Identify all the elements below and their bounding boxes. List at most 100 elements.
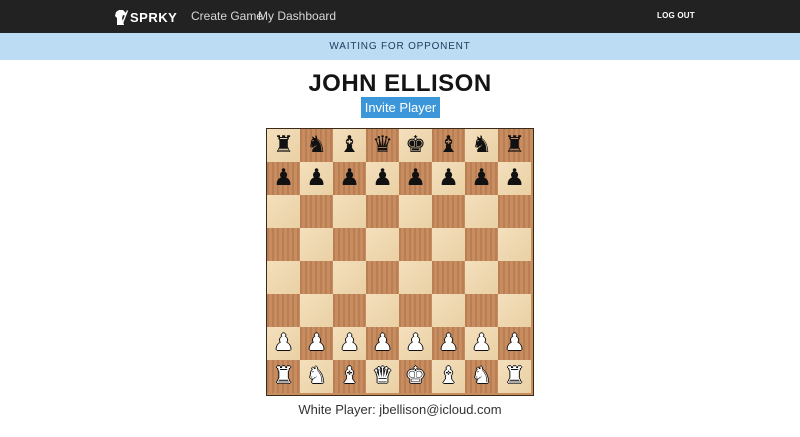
board-square-f6[interactable]: [432, 195, 465, 228]
board-square-d4[interactable]: [366, 261, 399, 294]
white-rook-icon[interactable]: ♜: [504, 365, 525, 388]
board-square-f8[interactable]: ♝: [432, 129, 465, 162]
board-square-b7[interactable]: ♟: [300, 162, 333, 195]
white-queen-icon[interactable]: ♛: [372, 365, 393, 388]
board-square-b1[interactable]: ♞: [300, 360, 333, 393]
create-game-link[interactable]: Create Game: [191, 9, 263, 23]
white-pawn-icon[interactable]: ♟: [438, 332, 459, 355]
white-bishop-icon[interactable]: ♝: [339, 365, 360, 388]
board-square-b6[interactable]: [300, 195, 333, 228]
board-square-e1[interactable]: ♚: [399, 360, 432, 393]
white-pawn-icon[interactable]: ♟: [405, 332, 426, 355]
black-pawn-icon[interactable]: ♟: [438, 167, 459, 190]
black-knight-icon[interactable]: ♞: [306, 134, 327, 157]
black-queen-icon[interactable]: ♛: [372, 134, 393, 157]
board-square-e5[interactable]: [399, 228, 432, 261]
board-square-e7[interactable]: ♟: [399, 162, 432, 195]
board-square-c8[interactable]: ♝: [333, 129, 366, 162]
black-king-icon[interactable]: ♚: [405, 134, 426, 157]
board-square-c5[interactable]: [333, 228, 366, 261]
black-pawn-icon[interactable]: ♟: [306, 167, 327, 190]
white-pawn-icon[interactable]: ♟: [504, 332, 525, 355]
board-square-f4[interactable]: [432, 261, 465, 294]
board-square-a3[interactable]: [267, 294, 300, 327]
black-knight-icon[interactable]: ♞: [471, 134, 492, 157]
board-square-a6[interactable]: [267, 195, 300, 228]
white-knight-icon[interactable]: ♞: [471, 365, 492, 388]
board-square-e6[interactable]: [399, 195, 432, 228]
board-square-a2[interactable]: ♟: [267, 327, 300, 360]
board-square-a4[interactable]: [267, 261, 300, 294]
board-square-g4[interactable]: [465, 261, 498, 294]
board-square-h7[interactable]: ♟: [498, 162, 531, 195]
board-square-b3[interactable]: [300, 294, 333, 327]
board-square-b4[interactable]: [300, 261, 333, 294]
white-knight-icon[interactable]: ♞: [306, 365, 327, 388]
board-square-a8[interactable]: ♜: [267, 129, 300, 162]
board-square-g2[interactable]: ♟: [465, 327, 498, 360]
board-square-a1[interactable]: ♜: [267, 360, 300, 393]
white-pawn-icon[interactable]: ♟: [372, 332, 393, 355]
board-square-h6[interactable]: [498, 195, 531, 228]
board-square-c7[interactable]: ♟: [333, 162, 366, 195]
chess-board[interactable]: ♜ ♞ ♝ ♛ ♚ ♝ ♞ ♜ ♟ ♟ ♟ ♟ ♟ ♟ ♟ ♟ ♟ ♟ ♟ ♟ ♟ ♟ ♟ ♟ ♜ ♞ ♝ ♛ ♚ ♝ ♞ ♜: [266, 128, 534, 396]
logout-link[interactable]: LOG OUT: [657, 11, 695, 20]
board-square-e2[interactable]: ♟: [399, 327, 432, 360]
black-pawn-icon[interactable]: ♟: [471, 167, 492, 190]
black-pawn-icon[interactable]: ♟: [339, 167, 360, 190]
board-square-g6[interactable]: [465, 195, 498, 228]
board-square-c3[interactable]: [333, 294, 366, 327]
logo[interactable]: SPRKY: [114, 8, 177, 26]
board-square-h1[interactable]: ♜: [498, 360, 531, 393]
board-square-c4[interactable]: [333, 261, 366, 294]
board-square-f1[interactable]: ♝: [432, 360, 465, 393]
board-square-d6[interactable]: [366, 195, 399, 228]
black-rook-icon[interactable]: ♜: [273, 134, 294, 157]
white-pawn-icon[interactable]: ♟: [471, 332, 492, 355]
black-pawn-icon[interactable]: ♟: [372, 167, 393, 190]
board-square-h2[interactable]: ♟: [498, 327, 531, 360]
board-square-d7[interactable]: ♟: [366, 162, 399, 195]
board-square-g3[interactable]: [465, 294, 498, 327]
board-square-g5[interactable]: [465, 228, 498, 261]
board-square-d1[interactable]: ♛: [366, 360, 399, 393]
white-king-icon[interactable]: ♚: [405, 365, 426, 388]
board-square-e3[interactable]: [399, 294, 432, 327]
my-dashboard-link[interactable]: My Dashboard: [258, 9, 336, 23]
board-square-d8[interactable]: ♛: [366, 129, 399, 162]
white-pawn-icon[interactable]: ♟: [306, 332, 327, 355]
black-bishop-icon[interactable]: ♝: [339, 134, 360, 157]
board-square-b5[interactable]: [300, 228, 333, 261]
board-square-h5[interactable]: [498, 228, 531, 261]
board-square-b2[interactable]: ♟: [300, 327, 333, 360]
invite-player-button[interactable]: Invite Player: [361, 97, 440, 118]
black-bishop-icon[interactable]: ♝: [438, 134, 459, 157]
white-bishop-icon[interactable]: ♝: [438, 365, 459, 388]
board-square-d5[interactable]: [366, 228, 399, 261]
white-rook-icon[interactable]: ♜: [273, 365, 294, 388]
white-pawn-icon[interactable]: ♟: [339, 332, 360, 355]
board-square-f3[interactable]: [432, 294, 465, 327]
board-square-g7[interactable]: ♟: [465, 162, 498, 195]
board-square-h8[interactable]: ♜: [498, 129, 531, 162]
board-square-f5[interactable]: [432, 228, 465, 261]
board-square-g8[interactable]: ♞: [465, 129, 498, 162]
black-pawn-icon[interactable]: ♟: [504, 167, 525, 190]
board-square-a5[interactable]: [267, 228, 300, 261]
black-pawn-icon[interactable]: ♟: [405, 167, 426, 190]
board-square-e8[interactable]: ♚: [399, 129, 432, 162]
black-rook-icon[interactable]: ♜: [504, 134, 525, 157]
board-square-f2[interactable]: ♟: [432, 327, 465, 360]
board-square-c1[interactable]: ♝: [333, 360, 366, 393]
board-square-d3[interactable]: [366, 294, 399, 327]
white-pawn-icon[interactable]: ♟: [273, 332, 294, 355]
board-square-b8[interactable]: ♞: [300, 129, 333, 162]
board-square-f7[interactable]: ♟: [432, 162, 465, 195]
board-square-e4[interactable]: [399, 261, 432, 294]
board-square-c2[interactable]: ♟: [333, 327, 366, 360]
board-square-c6[interactable]: [333, 195, 366, 228]
board-square-h3[interactable]: [498, 294, 531, 327]
board-square-a7[interactable]: ♟: [267, 162, 300, 195]
board-square-g1[interactable]: ♞: [465, 360, 498, 393]
black-pawn-icon[interactable]: ♟: [273, 167, 294, 190]
